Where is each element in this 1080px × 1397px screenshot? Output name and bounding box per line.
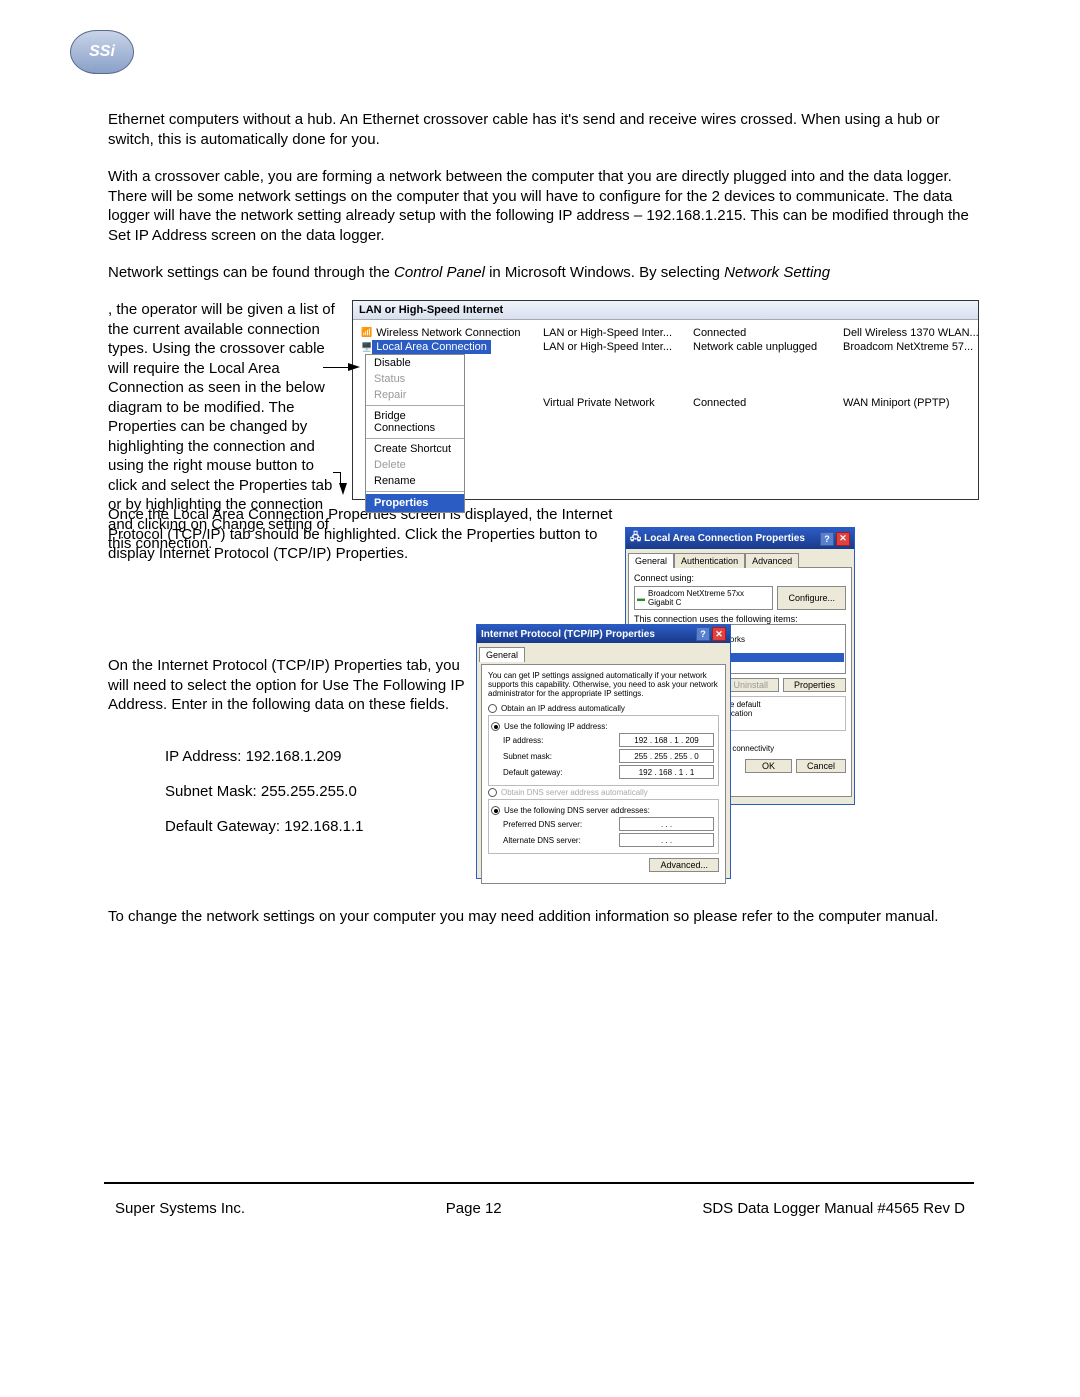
paragraph: Network settings can be found through th…: [108, 263, 983, 283]
gateway-label: Default gateway:: [503, 768, 563, 777]
menu-shortcut[interactable]: Create Shortcut: [366, 441, 464, 457]
radio-label: Use the following DNS server addresses:: [504, 806, 650, 815]
subnet-line: Subnet Mask: 255.255.255.0: [165, 781, 525, 802]
intro-text: You can get IP settings assigned automat…: [488, 671, 719, 698]
menu-disable[interactable]: Disable: [366, 355, 464, 371]
arrow-icon: [339, 483, 347, 495]
menu-rename[interactable]: Rename: [366, 473, 464, 489]
gateway-input[interactable]: 192 . 168 . 1 . 1: [619, 765, 714, 779]
col-status: Network cable unplugged: [693, 341, 843, 353]
help-icon[interactable]: ?: [820, 532, 834, 546]
paragraph: Ethernet computers without a hub. An Eth…: [108, 110, 983, 149]
footer-page: Page 12: [446, 1200, 502, 1217]
radio-icon: [488, 704, 497, 713]
col-status: Connected: [693, 327, 843, 339]
col-device: Broadcom NetXtreme 57...: [843, 341, 993, 353]
panel-header: LAN or High-Speed Internet: [353, 301, 978, 320]
connection-details: LAN or High-Speed Inter... Connected Del…: [543, 326, 993, 410]
ip-address-line: IP Address: 192.168.1.209: [165, 746, 525, 767]
dialog-title: Internet Protocol (TCP/IP) Properties: [481, 629, 655, 640]
ip-input[interactable]: 192 . 168 . 1 . 209: [619, 733, 714, 747]
footer-doc: SDS Data Logger Manual #4565 Rev D: [702, 1200, 965, 1217]
paragraph: With a crossover cable, you are forming …: [108, 167, 983, 245]
use-ip-radio[interactable]: Use the following IP address:: [491, 722, 714, 731]
text: Network settings can be found through th…: [108, 264, 394, 281]
radio-label: Obtain DNS server address automatically: [501, 788, 648, 797]
separator: [366, 438, 464, 439]
tab-authentication[interactable]: Authentication: [674, 553, 745, 568]
col-device: Dell Wireless 1370 WLAN...: [843, 327, 993, 339]
separator: [366, 491, 464, 492]
obtain-ip-radio[interactable]: Obtain an IP address automatically: [488, 704, 719, 713]
menu-delete: Delete: [366, 457, 464, 473]
tcpip-properties-dialog: Internet Protocol (TCP/IP) Properties ? …: [476, 624, 731, 879]
dialog-titlebar: 🖧Local Area Connection Properties ? ✕: [626, 528, 854, 549]
col-status: Connected: [693, 397, 843, 409]
gateway-line: Default Gateway: 192.168.1.1: [165, 816, 525, 837]
paragraph: To change the network settings on your c…: [108, 907, 978, 927]
ip-settings-text: IP Address: 192.168.1.209 Subnet Mask: 2…: [165, 746, 525, 837]
help-icon[interactable]: ?: [696, 627, 710, 641]
network-connections-panel: LAN or High-Speed Internet 📶 Wireless Ne…: [352, 300, 979, 500]
arrow-icon: [348, 363, 360, 371]
cancel-button[interactable]: Cancel: [796, 759, 846, 773]
ip-label: IP address:: [503, 736, 543, 745]
menu-properties[interactable]: Properties: [366, 494, 464, 512]
ssi-logo: SSi: [70, 30, 134, 74]
advanced-button[interactable]: Advanced...: [649, 858, 719, 872]
radio-icon: [491, 722, 500, 731]
obtain-dns-radio: Obtain DNS server address automatically: [488, 788, 719, 797]
close-icon[interactable]: ✕: [836, 532, 850, 546]
radio-icon: [488, 788, 497, 797]
page-footer: Super Systems Inc. Page 12 SDS Data Logg…: [115, 1200, 965, 1217]
use-dns-radio[interactable]: Use the following DNS server addresses:: [491, 806, 714, 815]
text: in Microsoft Windows. By selecting: [485, 264, 724, 281]
alt-dns-input[interactable]: . . .: [619, 833, 714, 847]
paragraph: Once the Local Area Connection Propertie…: [108, 505, 618, 564]
pref-dns-label: Preferred DNS server:: [503, 820, 582, 829]
ok-button[interactable]: OK: [745, 759, 792, 773]
configure-button[interactable]: Configure...: [777, 586, 846, 610]
uses-items-label: This connection uses the following items…: [634, 614, 846, 624]
item-label: Wireless Network Connection: [376, 327, 520, 339]
network-icon: 🖧: [630, 530, 641, 547]
tab-advanced[interactable]: Advanced: [745, 553, 799, 568]
dialog-title: Local Area Connection Properties: [644, 533, 805, 544]
pref-dns-input[interactable]: . . .: [619, 817, 714, 831]
text-italic: Control Panel: [394, 264, 485, 281]
menu-bridge[interactable]: Bridge Connections: [366, 408, 464, 436]
col-type: LAN or High-Speed Inter...: [543, 327, 693, 339]
paragraph: On the Internet Protocol (TCP/IP) Proper…: [108, 656, 468, 733]
menu-status: Status: [366, 371, 464, 387]
col-type: Virtual Private Network: [543, 397, 693, 409]
close-icon[interactable]: ✕: [712, 627, 726, 641]
menu-repair: Repair: [366, 387, 464, 403]
footer-rule: [104, 1182, 974, 1184]
adapter-name: Broadcom NetXtreme 57xx Gigabit C: [648, 589, 770, 607]
subnet-input[interactable]: 255 . 255 . 255 . 0: [619, 749, 714, 763]
wifi-icon: 📶: [361, 327, 372, 339]
alt-dns-label: Alternate DNS server:: [503, 836, 581, 845]
subnet-label: Subnet mask:: [503, 752, 552, 761]
radio-icon: [491, 806, 500, 815]
tab-general[interactable]: General: [628, 553, 674, 568]
radio-label: Obtain an IP address automatically: [501, 704, 625, 713]
body-text: Ethernet computers without a hub. An Eth…: [108, 110, 983, 301]
dialog-titlebar: Internet Protocol (TCP/IP) Properties ? …: [477, 625, 730, 643]
footer-company: Super Systems Inc.: [115, 1200, 245, 1217]
connect-using-label: Connect using:: [634, 573, 846, 583]
lac-label: Local Area Connection: [372, 340, 491, 354]
separator: [366, 405, 464, 406]
paragraph: Once the Local Area Connection Propertie…: [108, 505, 618, 582]
col-type: LAN or High-Speed Inter...: [543, 341, 693, 353]
arrow-line: [323, 367, 350, 368]
properties-button[interactable]: Properties: [783, 678, 846, 692]
radio-label: Use the following IP address:: [504, 722, 607, 731]
text-italic: Network Setting: [724, 264, 830, 281]
context-menu: Disable Status Repair Bridge Connections…: [365, 354, 465, 513]
paragraph: On the Internet Protocol (TCP/IP) Proper…: [108, 656, 468, 715]
col-device: WAN Miniport (PPTP): [843, 397, 993, 409]
tab-general[interactable]: General: [479, 647, 525, 662]
adapter-icon: ▬: [637, 594, 645, 603]
